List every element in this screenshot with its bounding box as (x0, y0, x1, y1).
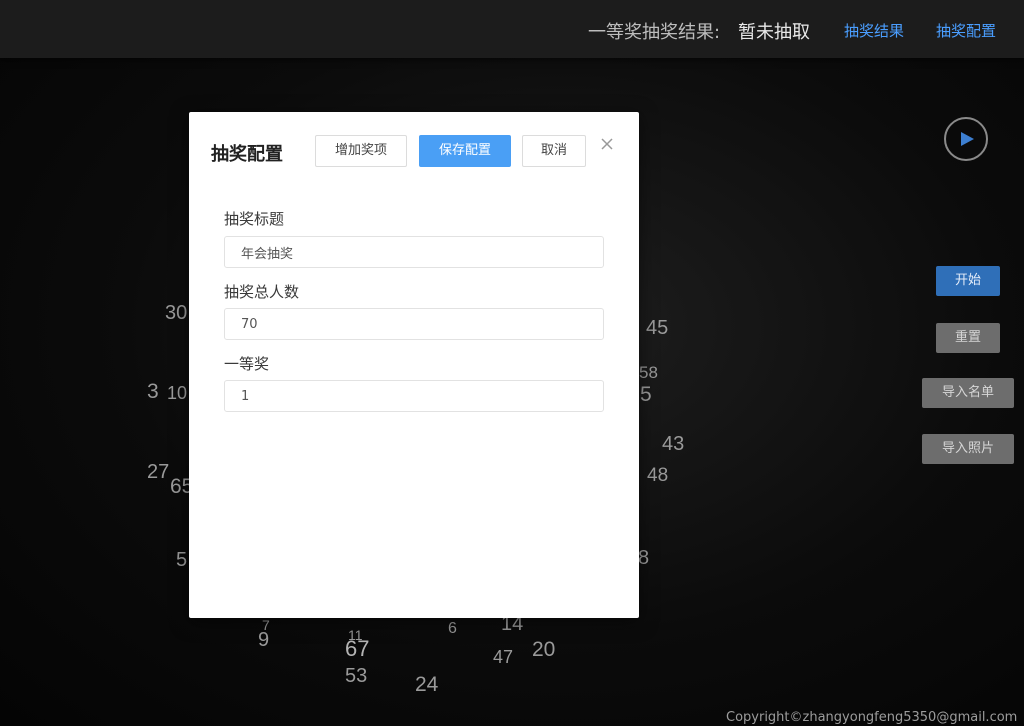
copyright-text: Copyright©zhangyongfeng5350@gmail.com (726, 710, 1018, 725)
save-config-button[interactable]: 保存配置 (419, 135, 511, 167)
top-bar: 一等奖抽奖结果: 暂未抽取 抽奖结果 抽奖配置 (0, 0, 1024, 58)
first-prize-count-input[interactable] (224, 380, 604, 412)
start-button[interactable]: 开始 (936, 266, 1000, 296)
number-ball: 3 (147, 380, 159, 403)
number-ball: 48 (647, 465, 669, 486)
nav-lottery-config[interactable]: 抽奖配置 (936, 20, 996, 41)
play-icon (961, 132, 974, 146)
number-ball: 67 (345, 636, 370, 661)
import-list-button[interactable]: 导入名单 (922, 378, 1014, 408)
number-ball: 45 (646, 317, 669, 339)
number-ball: 53 (345, 665, 368, 687)
add-prize-button[interactable]: 增加奖项 (315, 135, 407, 167)
lottery-title-input[interactable] (224, 236, 604, 268)
number-ball: 6 (448, 620, 457, 637)
number-ball: 5 (176, 549, 188, 571)
lottery-title-label: 抽奖标题 (224, 210, 285, 228)
import-photo-button[interactable]: 导入照片 (922, 434, 1014, 464)
total-participants-input[interactable] (224, 308, 604, 340)
number-ball: 58 (639, 363, 658, 382)
number-ball: 9 (258, 629, 270, 651)
number-ball: 20 (532, 638, 556, 661)
number-ball: 5 (640, 383, 652, 406)
number-ball: 27 (147, 461, 170, 483)
first-prize-result-value: 暂未抽取 (738, 22, 810, 43)
number-ball: 30 (165, 302, 188, 324)
number-ball: 47 (493, 647, 514, 667)
number-ball: 10 (167, 383, 188, 403)
first-prize-result-label: 一等奖抽奖结果: (588, 22, 721, 43)
cancel-button[interactable]: 取消 (522, 135, 586, 167)
number-ball: 43 (662, 433, 685, 455)
dialog-title: 抽奖配置 (211, 144, 283, 165)
nav-lottery-results[interactable]: 抽奖结果 (844, 20, 904, 41)
lottery-config-dialog: 抽奖配置 增加奖项 保存配置 取消 抽奖标题 抽奖总人数 一等奖 (189, 112, 639, 618)
reset-button[interactable]: 重置 (936, 323, 1000, 353)
number-ball: 8 (638, 547, 650, 569)
play-button[interactable] (944, 117, 988, 161)
total-participants-label: 抽奖总人数 (224, 283, 300, 301)
number-ball: 24 (415, 673, 439, 696)
close-icon[interactable] (599, 136, 615, 152)
first-prize-label: 一等奖 (224, 355, 270, 373)
